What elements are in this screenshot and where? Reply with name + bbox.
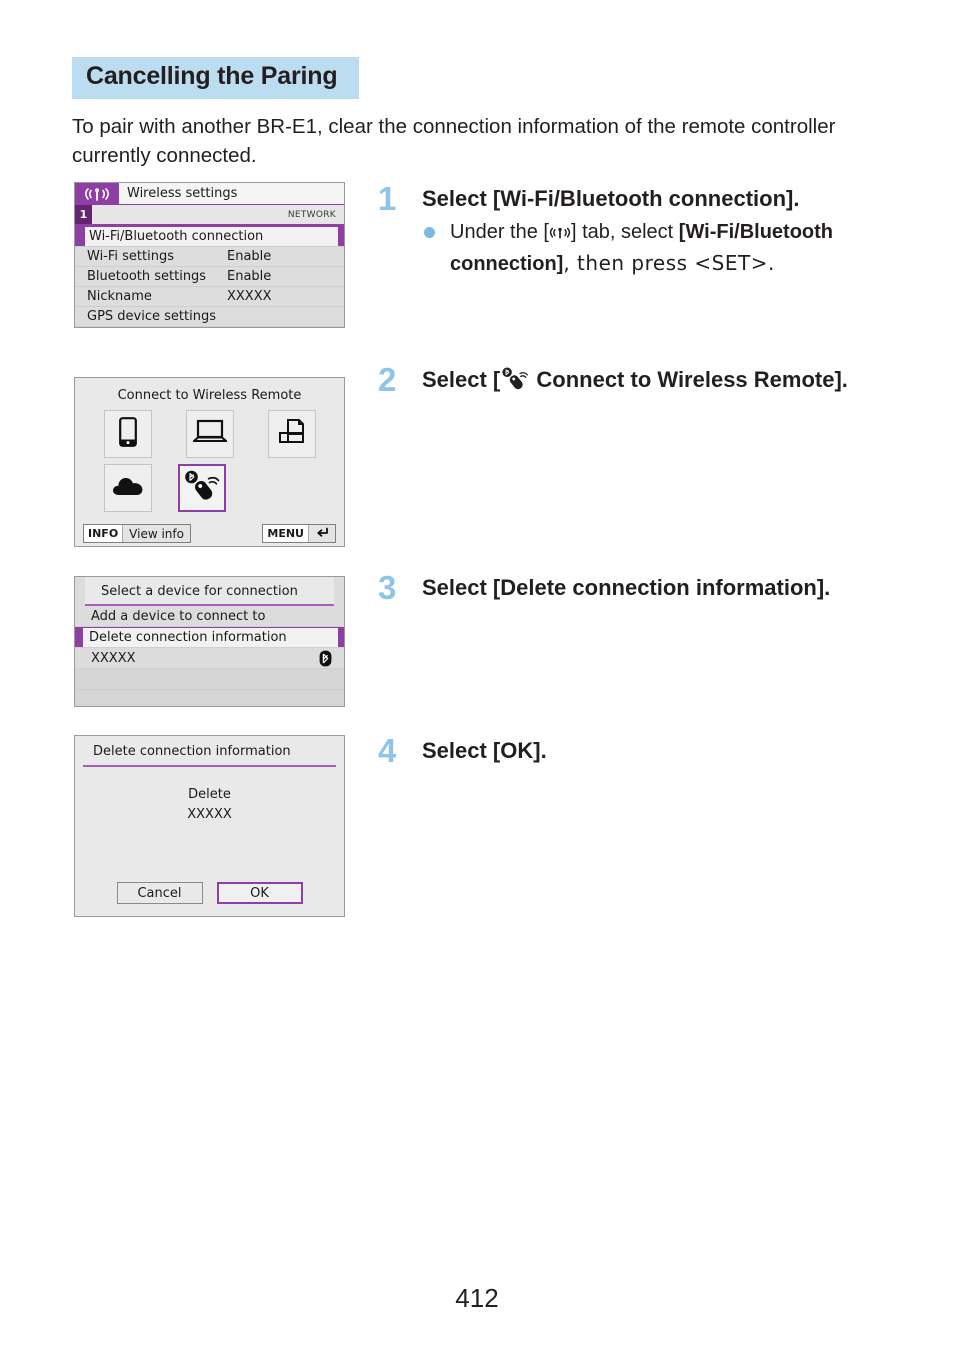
- bluetooth-icon: [319, 650, 332, 667]
- step-number: 3: [378, 569, 397, 606]
- list-item-empty: [75, 669, 344, 690]
- menu-item-label: Wi-Fi settings: [87, 249, 174, 264]
- menu-item-label: Nickname: [87, 289, 152, 304]
- step-number: 1: [378, 180, 397, 217]
- tile-wireless-remote[interactable]: [177, 464, 226, 512]
- return-arrow-icon: [309, 527, 335, 541]
- laptop-icon: [190, 419, 229, 449]
- connect-screen-title: Connect to Wireless Remote: [117, 388, 302, 403]
- menu-item-value: XXXXX: [227, 289, 272, 304]
- intro-paragraph: To pair with another BR-E1, clear the co…: [72, 115, 836, 168]
- screenshot-wireless-settings: Wireless settings 1 NETWORK Wi-Fi/Blueto…: [74, 182, 345, 328]
- bullet-text-mid: ] tab, select: [570, 221, 679, 244]
- menu-item-value: Enable: [227, 269, 272, 284]
- wireless-remote-icon: [500, 367, 530, 398]
- step-heading: Select [OK].: [422, 738, 547, 763]
- screenshot-connect-wireless-remote: Connect to Wireless Remote INFO View inf…: [74, 377, 345, 547]
- menu-key-label: MENU: [263, 525, 309, 542]
- step-heading-before: Select [: [422, 367, 501, 392]
- bullet-text-before: Under the [: [450, 221, 549, 244]
- wireless-remote-icon: [184, 470, 220, 506]
- delete-dialog-line2: XXXXX: [187, 806, 232, 822]
- list-item: Under the [ ] tab, select [Wi-Fi/Bluetoo…: [422, 218, 878, 278]
- bullet-dot-icon: [424, 227, 435, 239]
- step-4: 4 Select [OK].: [378, 732, 878, 769]
- info-view-info-button[interactable]: INFO View info: [83, 524, 191, 543]
- step-bullet-list: Under the [ ] tab, select [Wi-Fi/Bluetoo…: [422, 218, 878, 278]
- menu-item-label: Bluetooth settings: [87, 269, 207, 284]
- wifi-tab-icon: [75, 183, 119, 205]
- step-number: 2: [378, 361, 397, 398]
- menu-item-nickname[interactable]: Nickname XXXXX: [75, 287, 344, 307]
- wireless-settings-subbar: 1 NETWORK: [75, 205, 344, 226]
- tile-printer[interactable]: [267, 410, 316, 458]
- menu-item-value: Enable: [227, 249, 272, 264]
- connect-screen-footer: INFO View info MENU: [75, 524, 344, 543]
- manual-page: Cancelling the Paring To pair with anoth…: [0, 0, 954, 1345]
- step-heading: Select [Wi-Fi/Bluetooth connection].: [422, 186, 800, 211]
- tile-laptop[interactable]: [185, 410, 234, 458]
- list-item-paired-device[interactable]: XXXXX: [75, 648, 344, 669]
- select-device-title: Select a device for connection: [85, 577, 334, 606]
- list-item-label: Add a device to connect to: [91, 608, 266, 624]
- printer-icon: [277, 418, 307, 450]
- delete-dialog-body: Delete XXXXX: [75, 767, 344, 824]
- list-item-label: Delete connection information: [89, 629, 287, 645]
- menu-group-label: NETWORK: [287, 209, 336, 220]
- tile-smartphone[interactable]: [103, 410, 152, 458]
- list-item-empty: [75, 690, 344, 706]
- screenshot-select-device: Select a device for connection Add a dev…: [74, 576, 345, 707]
- wireless-settings-title: Wireless settings: [119, 183, 344, 205]
- step-heading: Select [ Connect to Wireless Remote].: [422, 366, 878, 398]
- menu-item-gps-device-settings[interactable]: GPS device settings: [75, 307, 344, 327]
- connection-target-grid: [103, 410, 316, 512]
- view-info-label: View info: [129, 526, 184, 541]
- menu-item-label: GPS device settings: [87, 309, 216, 324]
- menu-item-wifi-settings[interactable]: Wi-Fi settings Enable: [75, 247, 344, 267]
- page-number: 412: [455, 1283, 499, 1313]
- step-3: 3 Select [Delete connection information]…: [378, 569, 878, 606]
- page-title: Cancelling the Paring: [72, 57, 360, 99]
- wifi-tab-icon: [549, 220, 571, 248]
- delete-dialog-title: Delete connection information: [83, 736, 336, 767]
- menu-item-label: Wi-Fi/Bluetooth connection: [89, 228, 264, 244]
- step-1: 1 Select [Wi-Fi/Bluetooth connection]. U…: [378, 180, 878, 278]
- delete-dialog-line1: Delete: [188, 787, 231, 802]
- list-item-label: XXXXX: [91, 650, 136, 666]
- ok-button[interactable]: OK: [216, 882, 303, 904]
- screenshot-delete-connection-dialog: Delete connection information Delete XXX…: [74, 735, 345, 917]
- menu-back-button[interactable]: MENU: [262, 524, 336, 543]
- cloud-icon: [111, 475, 145, 501]
- smartphone-icon: [118, 417, 137, 451]
- step-heading-after: Connect to Wireless Remote].: [530, 367, 848, 392]
- step-2: 2 Select [ Connect to Wireless Remote].: [378, 361, 878, 398]
- menu-item-wifi-bluetooth-connection[interactable]: Wi-Fi/Bluetooth connection: [75, 226, 344, 247]
- list-item-delete-connection-information[interactable]: Delete connection information: [75, 627, 344, 648]
- menu-item-bluetooth-settings[interactable]: Bluetooth settings Enable: [75, 267, 344, 287]
- info-key-label: INFO: [84, 525, 124, 542]
- step-number: 4: [378, 732, 397, 769]
- cancel-button[interactable]: Cancel: [116, 882, 203, 904]
- step-heading: Select [Delete connection information].: [422, 575, 831, 600]
- list-item-add-device[interactable]: Add a device to connect to: [75, 606, 344, 627]
- tile-cloud[interactable]: [103, 464, 152, 512]
- bullet-text-after: , then press <SET>.: [563, 250, 775, 275]
- wireless-settings-topbar: Wireless settings: [75, 183, 344, 205]
- menu-page-indicator: 1: [75, 205, 92, 224]
- delete-dialog-buttons: Cancel OK: [75, 882, 344, 904]
